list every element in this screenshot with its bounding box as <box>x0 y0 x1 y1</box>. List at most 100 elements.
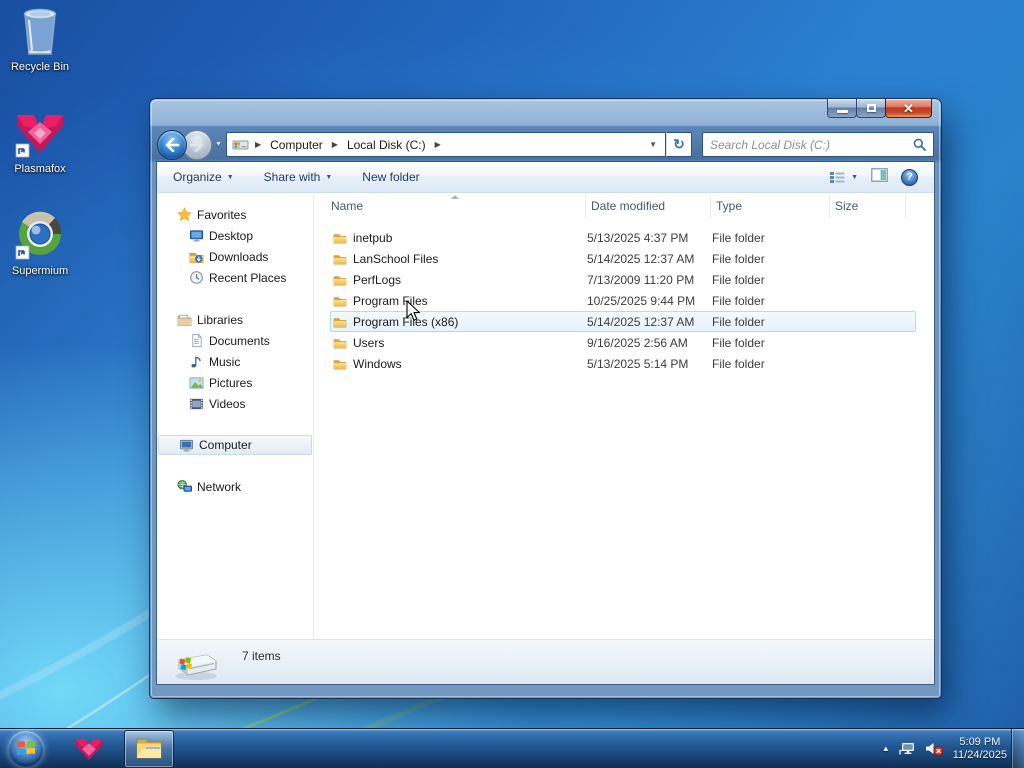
explorer-window: ✕ ▼ ▶ Computer ▶ Local Disk (C:) ▶ ▼ ↻ S… <box>150 99 941 698</box>
file-row-program-files-x86[interactable]: Program Files (x86) 5/14/2025 12:37 AM F… <box>330 311 916 332</box>
show-desktop-button[interactable] <box>1011 729 1024 768</box>
preview-pane-icon <box>871 167 888 182</box>
breadcrumb-computer[interactable]: Computer <box>267 138 326 152</box>
minimize-button[interactable] <box>827 99 857 118</box>
file-date: 7/13/2009 11:20 PM <box>587 272 695 287</box>
sidebar-label: Desktop <box>209 228 254 243</box>
sidebar-label: Documents <box>209 333 270 348</box>
start-button[interactable] <box>8 731 44 767</box>
file-row-windows[interactable]: Windows 5/13/2025 5:14 PM File folder <box>330 353 916 374</box>
sidebar-item-computer[interactable]: Computer <box>158 435 312 455</box>
desktop-icon <box>189 230 204 242</box>
network-tray-icon[interactable] <box>899 741 916 756</box>
downloads-icon <box>189 252 204 263</box>
windows-logo-icon <box>17 740 35 756</box>
sidebar-item-recent-places[interactable]: Recent Places <box>157 267 313 288</box>
file-type: File folder <box>712 335 765 350</box>
sidebar-item-desktop[interactable]: Desktop <box>157 225 313 246</box>
breadcrumb-arrow-icon[interactable]: ▶ <box>326 140 344 149</box>
column-headers: Name Date modified Type Size <box>314 194 934 218</box>
volume-muted-tray-icon[interactable] <box>925 741 944 757</box>
file-date: 5/13/2025 4:37 PM <box>587 230 689 245</box>
folder-icon <box>333 317 347 328</box>
sidebar-item-documents[interactable]: Documents <box>157 330 313 351</box>
refresh-button[interactable]: ↻ <box>666 132 692 157</box>
sidebar-item-music[interactable]: Music <box>157 351 313 372</box>
folder-icon <box>333 359 347 370</box>
taskbar-item-explorer[interactable] <box>124 730 174 768</box>
share-with-menu[interactable]: Share with ▼ <box>264 170 333 184</box>
minimize-icon <box>836 109 848 113</box>
file-name: Windows <box>353 356 402 371</box>
computer-icon <box>179 439 194 451</box>
file-row-lanschool-files[interactable]: LanSchool Files 5/14/2025 12:37 AM File … <box>330 248 916 269</box>
chevron-down-icon: ▼ <box>325 173 333 181</box>
change-view-button[interactable]: ▼ <box>829 171 858 184</box>
new-folder-button[interactable]: New folder <box>362 170 419 184</box>
folder-icon <box>333 275 347 286</box>
folder-icon <box>333 254 347 265</box>
folder-icon <box>333 338 347 349</box>
taskbar-item-plasmafox[interactable] <box>68 730 110 768</box>
close-icon: ✕ <box>903 100 914 116</box>
back-button[interactable] <box>157 129 187 160</box>
sidebar-label: Favorites <box>197 207 247 222</box>
column-header-size[interactable]: Size <box>830 194 906 218</box>
file-name: PerfLogs <box>353 272 402 287</box>
recent-pages-dropdown-icon[interactable]: ▼ <box>215 141 222 148</box>
share-with-label: Share with <box>263 170 321 184</box>
show-hidden-icons-button[interactable]: ▲ <box>882 744 890 753</box>
address-bar[interactable]: ▶ Computer ▶ Local Disk (C:) ▶ ▼ <box>225 132 666 157</box>
sidebar-item-libraries[interactable]: Libraries <box>157 309 313 330</box>
breadcrumb-arrow-icon[interactable]: ▶ <box>249 140 267 149</box>
organize-label: Organize <box>173 170 222 184</box>
sidebar-item-pictures[interactable]: Pictures <box>157 372 313 393</box>
clock-date: 11/24/2025 <box>952 748 1007 761</box>
desktop-icon-plasmafox[interactable]: Plasmafox <box>1 108 79 176</box>
file-type: File folder <box>712 314 765 329</box>
organize-menu[interactable]: Organize ▼ <box>173 170 234 184</box>
sidebar-item-downloads[interactable]: Downloads <box>157 246 313 267</box>
star-icon <box>177 207 192 222</box>
file-date: 5/14/2025 12:37 AM <box>587 251 695 266</box>
column-header-type[interactable]: Type <box>711 194 830 218</box>
address-dropdown-icon[interactable]: ▼ <box>641 140 665 149</box>
file-row-users[interactable]: Users 9/16/2025 2:56 AM File folder <box>330 332 916 353</box>
desktop-icon-supermium[interactable]: Supermium <box>1 210 79 278</box>
close-button[interactable]: ✕ <box>885 99 932 118</box>
refresh-icon: ↻ <box>673 136 685 152</box>
file-name: inetpub <box>353 230 393 245</box>
column-header-date-modified[interactable]: Date modified <box>586 194 711 218</box>
videos-icon <box>189 398 204 409</box>
sidebar-item-favorites[interactable]: Favorites <box>157 204 313 225</box>
column-header-name[interactable]: Name <box>314 194 586 218</box>
plasmafox-icon <box>15 115 63 158</box>
file-row-program-files[interactable]: Program Files 10/25/2025 9:44 PM File fo… <box>330 290 916 311</box>
libraries-icon <box>177 314 192 326</box>
sidebar-item-videos[interactable]: Videos <box>157 393 313 414</box>
breadcrumb-local-disk-c[interactable]: Local Disk (C:) <box>344 138 429 152</box>
recycle-bin-icon <box>23 8 57 55</box>
taskbar-clock[interactable]: 5:09 PM 11/24/2025 <box>953 736 1007 762</box>
maximize-icon <box>866 104 876 112</box>
sidebar-item-network[interactable]: Network <box>157 476 313 497</box>
chevron-down-icon: ▼ <box>226 173 234 181</box>
desktop-icon-recycle-bin[interactable]: Recycle Bin <box>1 6 79 74</box>
desktop-icon-label: Supermium <box>11 265 69 277</box>
file-row-perflogs[interactable]: PerfLogs 7/13/2009 11:20 PM File folder <box>330 269 916 290</box>
search-input[interactable]: Search Local Disk (C:) <box>710 138 913 152</box>
file-row-inetpub[interactable]: inetpub 5/13/2025 4:37 PM File folder <box>330 227 916 248</box>
shortcut-arrow-badge <box>15 143 30 158</box>
item-count: 7 items <box>242 649 281 663</box>
search-icon[interactable] <box>913 138 926 151</box>
file-type: File folder <box>712 356 765 371</box>
preview-pane-button[interactable] <box>871 167 888 187</box>
taskbar: ▲ 5:09 PM 11/24/2025 <box>0 728 1024 768</box>
help-button[interactable]: ? <box>901 168 918 186</box>
file-name: Program Files <box>353 293 428 308</box>
maximize-button[interactable] <box>856 99 886 118</box>
search-box[interactable]: Search Local Disk (C:) <box>702 132 934 157</box>
breadcrumb-arrow-icon[interactable]: ▶ <box>429 140 447 149</box>
views-icon <box>830 171 845 183</box>
chevron-down-icon: ▼ <box>851 173 858 181</box>
